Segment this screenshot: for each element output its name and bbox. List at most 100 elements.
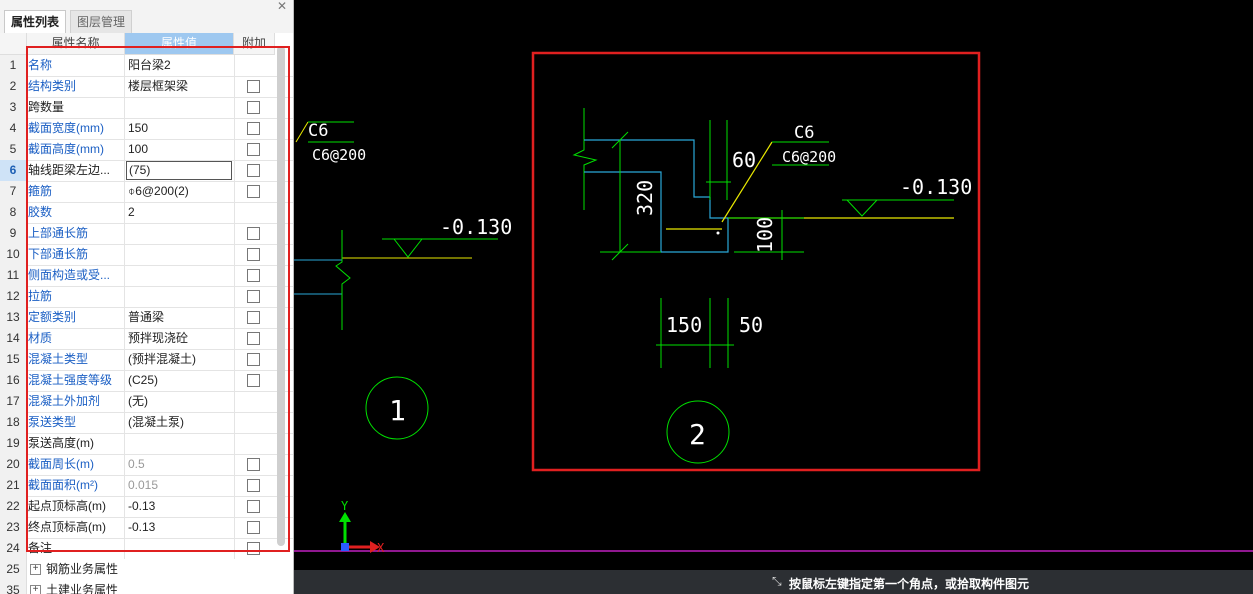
- property-name: 截面高度(mm): [28, 139, 125, 160]
- property-value[interactable]: [128, 265, 232, 286]
- column-divider: [234, 349, 235, 370]
- property-name: 截面面积(m²): [28, 475, 125, 496]
- property-name: 轴线距梁左边...: [28, 160, 125, 181]
- tab-layers[interactable]: 图层管理: [70, 10, 133, 33]
- property-row[interactable]: 12 拉筋: [0, 286, 293, 308]
- property-row[interactable]: 15 混凝土类型 (预拌混凝土): [0, 349, 293, 371]
- extra-checkbox[interactable]: [247, 521, 260, 534]
- left-detail-number: 1: [389, 394, 406, 427]
- dim-320: 320: [633, 180, 657, 216]
- extra-checkbox[interactable]: [247, 227, 260, 240]
- property-value[interactable]: ⌽6@200(2): [128, 181, 232, 202]
- extra-checkbox[interactable]: [247, 311, 260, 324]
- property-row[interactable]: 17 混凝土外加剂 (无): [0, 391, 293, 413]
- column-divider: [234, 454, 235, 475]
- extra-checkbox[interactable]: [247, 542, 260, 555]
- extra-checkbox[interactable]: [247, 164, 260, 177]
- property-value[interactable]: -0.13: [128, 517, 232, 538]
- property-value[interactable]: 阳台梁2: [128, 55, 232, 76]
- properties-panel: 属性列表 图层管理 ✕ 属性名称 属性值 附加 1 名称 阳台梁2 2 结构类别 楼层框架…: [0, 0, 294, 594]
- extra-checkbox[interactable]: [247, 374, 260, 387]
- property-row[interactable]: 2 结构类别 楼层框架梁: [0, 76, 293, 98]
- property-row[interactable]: 7 箍筋 ⌽6@200(2): [0, 181, 293, 203]
- property-value[interactable]: [128, 223, 232, 244]
- property-value[interactable]: 100: [128, 139, 232, 160]
- extra-checkbox[interactable]: [247, 122, 260, 135]
- property-row[interactable]: 20 截面周长(m) 0.5: [0, 454, 293, 476]
- property-row[interactable]: 8 胶数 2: [0, 202, 293, 224]
- property-row[interactable]: 21 截面面积(m²) 0.015: [0, 475, 293, 497]
- row-number: 23: [0, 517, 27, 538]
- property-value[interactable]: [128, 433, 232, 454]
- extra-checkbox[interactable]: [247, 101, 260, 114]
- right-detail-number: 2: [689, 418, 706, 451]
- property-name: 拉筋: [28, 286, 125, 307]
- property-group[interactable]: 35 + 土建业务属性: [0, 580, 293, 594]
- row-number: 12: [0, 286, 27, 307]
- property-value[interactable]: (预拌混凝土): [128, 349, 232, 370]
- close-icon[interactable]: ✕: [277, 0, 287, 13]
- row-number: 15: [0, 349, 27, 370]
- drawing-canvas[interactable]: C6 C6@200 -0.130 1 320 60 C6 C6@200 100 …: [294, 0, 1253, 570]
- property-value[interactable]: -0.13: [128, 496, 232, 517]
- left-detail: C6 C6@200 -0.130 1: [294, 121, 512, 440]
- expand-icon[interactable]: +: [30, 564, 41, 575]
- extra-checkbox[interactable]: [247, 479, 260, 492]
- extra-checkbox[interactable]: [247, 332, 260, 345]
- property-row[interactable]: 22 起点顶标高(m) -0.13: [0, 496, 293, 518]
- property-value[interactable]: [128, 538, 232, 559]
- property-value[interactable]: (C25): [128, 370, 232, 391]
- property-value[interactable]: 楼层框架梁: [128, 76, 232, 97]
- property-value[interactable]: 普通梁: [128, 307, 232, 328]
- extra-checkbox[interactable]: [247, 248, 260, 261]
- extra-checkbox[interactable]: [247, 290, 260, 303]
- property-value[interactable]: 0.015: [128, 475, 232, 496]
- extra-checkbox[interactable]: [247, 269, 260, 282]
- extra-checkbox[interactable]: [247, 185, 260, 198]
- property-row[interactable]: 5 截面高度(mm) 100: [0, 139, 293, 161]
- property-name: 泵送高度(m): [28, 433, 125, 454]
- property-row[interactable]: 4 截面宽度(mm) 150: [0, 118, 293, 140]
- property-row[interactable]: 11 侧面构造或受...: [0, 265, 293, 287]
- property-row[interactable]: 23 终点顶标高(m) -0.13: [0, 517, 293, 539]
- extra-checkbox[interactable]: [247, 80, 260, 93]
- status-bar: ⤡ 按鼠标左键指定第一个角点，或拾取构件图元: [294, 570, 1253, 594]
- property-name: 终点顶标高(m): [28, 517, 125, 538]
- header-rownum: [0, 33, 27, 55]
- header-extra[interactable]: 附加: [234, 33, 275, 55]
- expand-icon[interactable]: +: [30, 585, 41, 594]
- header-name[interactable]: 属性名称: [27, 33, 125, 55]
- column-divider: [234, 76, 235, 97]
- extra-checkbox[interactable]: [247, 353, 260, 366]
- property-value[interactable]: (无): [128, 391, 232, 412]
- property-value[interactable]: 2: [128, 202, 232, 223]
- property-row[interactable]: 19 泵送高度(m): [0, 433, 293, 455]
- property-row[interactable]: 13 定额类别 普通梁: [0, 307, 293, 329]
- property-row[interactable]: 24 备注: [0, 538, 293, 560]
- property-row[interactable]: 6 轴线距梁左边... (75): [0, 160, 293, 182]
- property-value[interactable]: 预拌现浇砼: [128, 328, 232, 349]
- group-label: 土建业务属性: [46, 583, 119, 594]
- extra-checkbox[interactable]: [247, 500, 260, 513]
- tab-properties[interactable]: 属性列表: [4, 10, 67, 33]
- property-value[interactable]: [128, 286, 232, 307]
- property-value[interactable]: (混凝土泵): [128, 412, 232, 433]
- extra-checkbox[interactable]: [247, 458, 260, 471]
- property-value[interactable]: [128, 97, 232, 118]
- property-value[interactable]: 0.5: [128, 454, 232, 475]
- property-value[interactable]: (75): [126, 161, 232, 180]
- extra-checkbox[interactable]: [247, 143, 260, 156]
- property-row[interactable]: 9 上部通长筋: [0, 223, 293, 245]
- property-row[interactable]: 3 跨数量: [0, 97, 293, 119]
- property-row[interactable]: 10 下部通长筋: [0, 244, 293, 266]
- header-value[interactable]: 属性值: [125, 33, 234, 55]
- scrollbar[interactable]: [277, 46, 285, 546]
- property-row[interactable]: 18 泵送类型 (混凝土泵): [0, 412, 293, 434]
- property-row[interactable]: 1 名称 阳台梁2: [0, 55, 293, 77]
- property-row[interactable]: 16 混凝土强度等级 (C25): [0, 370, 293, 392]
- column-divider: [234, 496, 235, 517]
- property-value[interactable]: 150: [128, 118, 232, 139]
- property-value[interactable]: [128, 244, 232, 265]
- property-group[interactable]: 25 + 钢筋业务属性: [0, 559, 293, 581]
- property-row[interactable]: 14 材质 预拌现浇砼: [0, 328, 293, 350]
